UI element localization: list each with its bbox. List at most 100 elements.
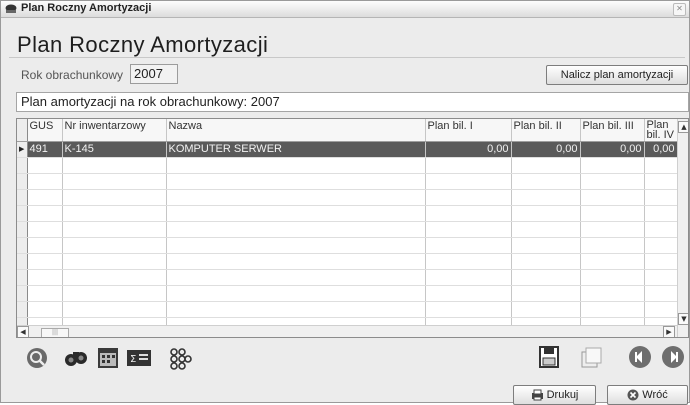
scroll-up-icon[interactable]: ▲	[678, 121, 688, 133]
table-row[interactable]	[17, 221, 678, 238]
table-cell	[62, 157, 167, 174]
table-cell	[644, 205, 678, 222]
table-cell	[425, 205, 512, 222]
table-cell	[166, 285, 426, 302]
grid-table: GUS Nr inwentarzowy Nazwa Plan bil. I Pl…	[17, 119, 678, 334]
table-cell	[27, 189, 63, 206]
horizontal-scrollbar[interactable]: ◀ ||| ▶	[17, 325, 677, 337]
table-cell	[166, 253, 426, 270]
print-label: Drukuj	[546, 389, 579, 401]
cell-gus: 491	[27, 141, 63, 158]
calendar-filter-icon[interactable]	[95, 345, 121, 371]
table-cell	[511, 237, 581, 254]
table-cell	[27, 157, 63, 174]
cell-plan-4: 0,00	[644, 141, 678, 158]
close-icon[interactable]: ✕	[673, 3, 686, 16]
row-indicator	[17, 285, 28, 302]
table-row[interactable]	[17, 205, 678, 222]
table-cell	[62, 269, 167, 286]
table-cell	[166, 237, 426, 254]
table-cell	[27, 237, 63, 254]
back-button[interactable]: Wróć	[607, 385, 688, 405]
table-cell	[166, 189, 426, 206]
scroll-thumb[interactable]: |||	[41, 328, 69, 337]
col-header-plan-bil-3[interactable]: Plan bil. III	[580, 119, 645, 142]
row-indicator	[17, 173, 28, 190]
cell-plan-2: 0,00	[511, 141, 581, 158]
scroll-down-icon[interactable]: ▼	[678, 313, 688, 325]
table-row[interactable]	[17, 237, 678, 254]
sum-icon[interactable]: Σ	[126, 345, 152, 371]
table-cell	[166, 157, 426, 174]
grid-dots-icon[interactable]	[167, 345, 193, 371]
table-cell	[511, 157, 581, 174]
cell-plan-3: 0,00	[580, 141, 645, 158]
row-indicator	[17, 253, 28, 270]
binoculars-icon[interactable]	[63, 345, 89, 371]
col-header-plan-bil-1[interactable]: Plan bil. I	[425, 119, 512, 142]
table-cell	[27, 173, 63, 190]
rok-label: Rok obrachunkowy	[21, 68, 124, 82]
table-cell	[425, 237, 512, 254]
row-indicator	[17, 157, 28, 174]
printer-icon	[531, 389, 543, 401]
table-cell	[580, 285, 645, 302]
table-cell	[580, 205, 645, 222]
back-label: Wróć	[642, 389, 668, 401]
row-indicator	[17, 301, 28, 318]
table-cell	[27, 205, 63, 222]
table-cell	[511, 301, 581, 318]
rok-field[interactable]: 2007	[130, 64, 178, 84]
prev-icon[interactable]	[627, 344, 653, 370]
row-indicator	[17, 269, 28, 286]
data-grid[interactable]: GUS Nr inwentarzowy Nazwa Plan bil. I Pl…	[16, 118, 689, 338]
next-icon[interactable]	[660, 344, 686, 370]
table-row[interactable]: ▶ 491 K-145 KOMPUTER SERWER 0,00 0,00 0,…	[17, 141, 678, 158]
table-cell	[166, 173, 426, 190]
cell-nazwa: KOMPUTER SERWER	[166, 141, 426, 158]
table-cell	[425, 189, 512, 206]
table-cell	[511, 285, 581, 302]
save-icon[interactable]	[536, 344, 562, 370]
title-bar: Plan Roczny Amortyzacji ✕	[1, 1, 689, 18]
table-row[interactable]	[17, 253, 678, 270]
table-cell	[511, 253, 581, 270]
table-row[interactable]	[17, 189, 678, 206]
table-row[interactable]	[17, 269, 678, 286]
col-header-plan-bil-2[interactable]: Plan bil. II	[511, 119, 581, 142]
col-header-nr-inwentarzowy[interactable]: Nr inwentarzowy	[62, 119, 167, 142]
table-cell	[166, 205, 426, 222]
col-header-plan-bil-4[interactable]: Plan bil. IV	[644, 119, 678, 142]
table-row[interactable]	[17, 173, 678, 190]
cancel-icon	[627, 389, 639, 401]
page-title: Plan Roczny Amortyzacji	[17, 32, 269, 57]
info-bar: Plan amortyzacji na rok obrachunkowy: 20…	[16, 92, 689, 112]
table-cell	[580, 301, 645, 318]
table-cell	[62, 173, 167, 190]
copy-icon[interactable]	[579, 344, 605, 370]
table-row[interactable]	[17, 285, 678, 302]
table-cell	[27, 253, 63, 270]
table-row[interactable]	[17, 301, 678, 318]
scroll-right-icon[interactable]: ▶	[663, 326, 675, 337]
table-cell	[62, 205, 167, 222]
table-cell	[580, 157, 645, 174]
table-row[interactable]	[17, 157, 678, 174]
vertical-scrollbar[interactable]: ▲ ▼	[677, 119, 688, 337]
table-cell	[27, 285, 63, 302]
scroll-left-icon[interactable]: ◀	[17, 326, 29, 337]
main-window: Plan Roczny Amortyzacji ✕ Plan Roczny Am…	[0, 0, 690, 405]
row-indicator	[17, 221, 28, 238]
table-cell	[27, 269, 63, 286]
nalicz-button[interactable]: Nalicz plan amortyzacji	[546, 65, 688, 85]
table-cell	[166, 221, 426, 238]
table-cell	[580, 237, 645, 254]
table-cell	[580, 221, 645, 238]
table-cell	[62, 285, 167, 302]
table-cell	[644, 157, 678, 174]
col-header-gus[interactable]: GUS	[27, 119, 63, 142]
search-doc-icon[interactable]	[25, 345, 51, 371]
table-cell	[580, 189, 645, 206]
col-header-nazwa[interactable]: Nazwa	[166, 119, 426, 142]
print-button[interactable]: Drukuj	[513, 385, 596, 405]
